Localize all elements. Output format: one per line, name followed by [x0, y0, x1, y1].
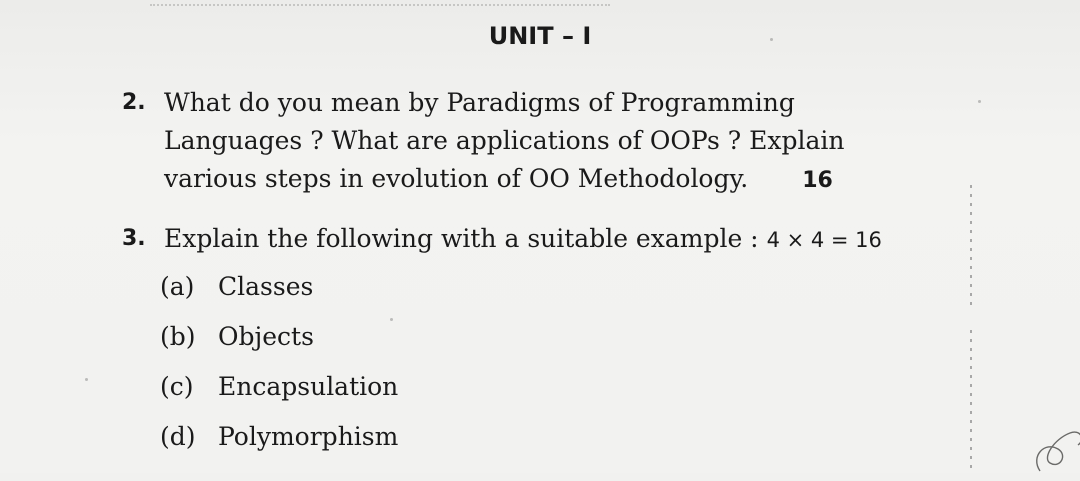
- question-3-subparts: (a) Classes (b) Objects (c) Encapsulatio…: [160, 270, 660, 470]
- paper-speck: [390, 318, 393, 321]
- subpart-text: Classes: [218, 272, 314, 301]
- question-line: What do you mean by Paradigms of Program…: [164, 88, 795, 117]
- subpart-d: (d) Polymorphism: [160, 420, 660, 470]
- question-2: 2. What do you mean by Paradigms of Prog…: [122, 84, 862, 204]
- question-text: Explain the following with a suitable ex…: [164, 220, 882, 259]
- subpart-label: (a): [160, 272, 195, 301]
- question-line: Languages ? What are applications of OOP…: [164, 126, 845, 155]
- question-line: Explain the following with a suitable ex…: [164, 220, 882, 259]
- subpart-text: Encapsulation: [218, 372, 399, 401]
- unit-heading: UNIT – I: [488, 22, 592, 50]
- question-line-text: various steps in evolution of OO Methodo…: [164, 164, 749, 193]
- paper-speck: [770, 38, 773, 41]
- paper-speck: [978, 100, 981, 103]
- corner-doodle-icon: [1036, 431, 1080, 472]
- paper-speck: [85, 378, 88, 381]
- subpart-label: (b): [160, 322, 196, 351]
- question-number: 2.: [122, 90, 146, 115]
- subpart-a: (a) Classes: [160, 270, 660, 320]
- subpart-text: Polymorphism: [218, 422, 399, 451]
- margin-dotted-mark: [970, 330, 972, 470]
- exam-page: UNIT – I 2. What do you mean by Paradigm…: [0, 0, 1080, 473]
- subpart-text: Objects: [218, 322, 314, 351]
- previous-page-text-fragment: [150, 0, 610, 6]
- question-3: 3. Explain the following with a suitable…: [122, 220, 882, 260]
- question-marks: 4 × 4 = 16: [766, 228, 882, 252]
- margin-dotted-mark: [970, 185, 972, 305]
- subpart-label: (d): [160, 422, 196, 451]
- question-number: 3.: [122, 226, 146, 251]
- subpart-label: (c): [160, 372, 194, 401]
- question-line-text: Explain the following with a suitable ex…: [164, 224, 759, 253]
- question-marks: 16: [802, 168, 833, 193]
- question-text: What do you mean by Paradigms of Program…: [164, 84, 864, 200]
- subpart-b: (b) Objects: [160, 320, 660, 370]
- question-line: various steps in evolution of OO Methodo…: [164, 160, 864, 200]
- subpart-c: (c) Encapsulation: [160, 370, 660, 420]
